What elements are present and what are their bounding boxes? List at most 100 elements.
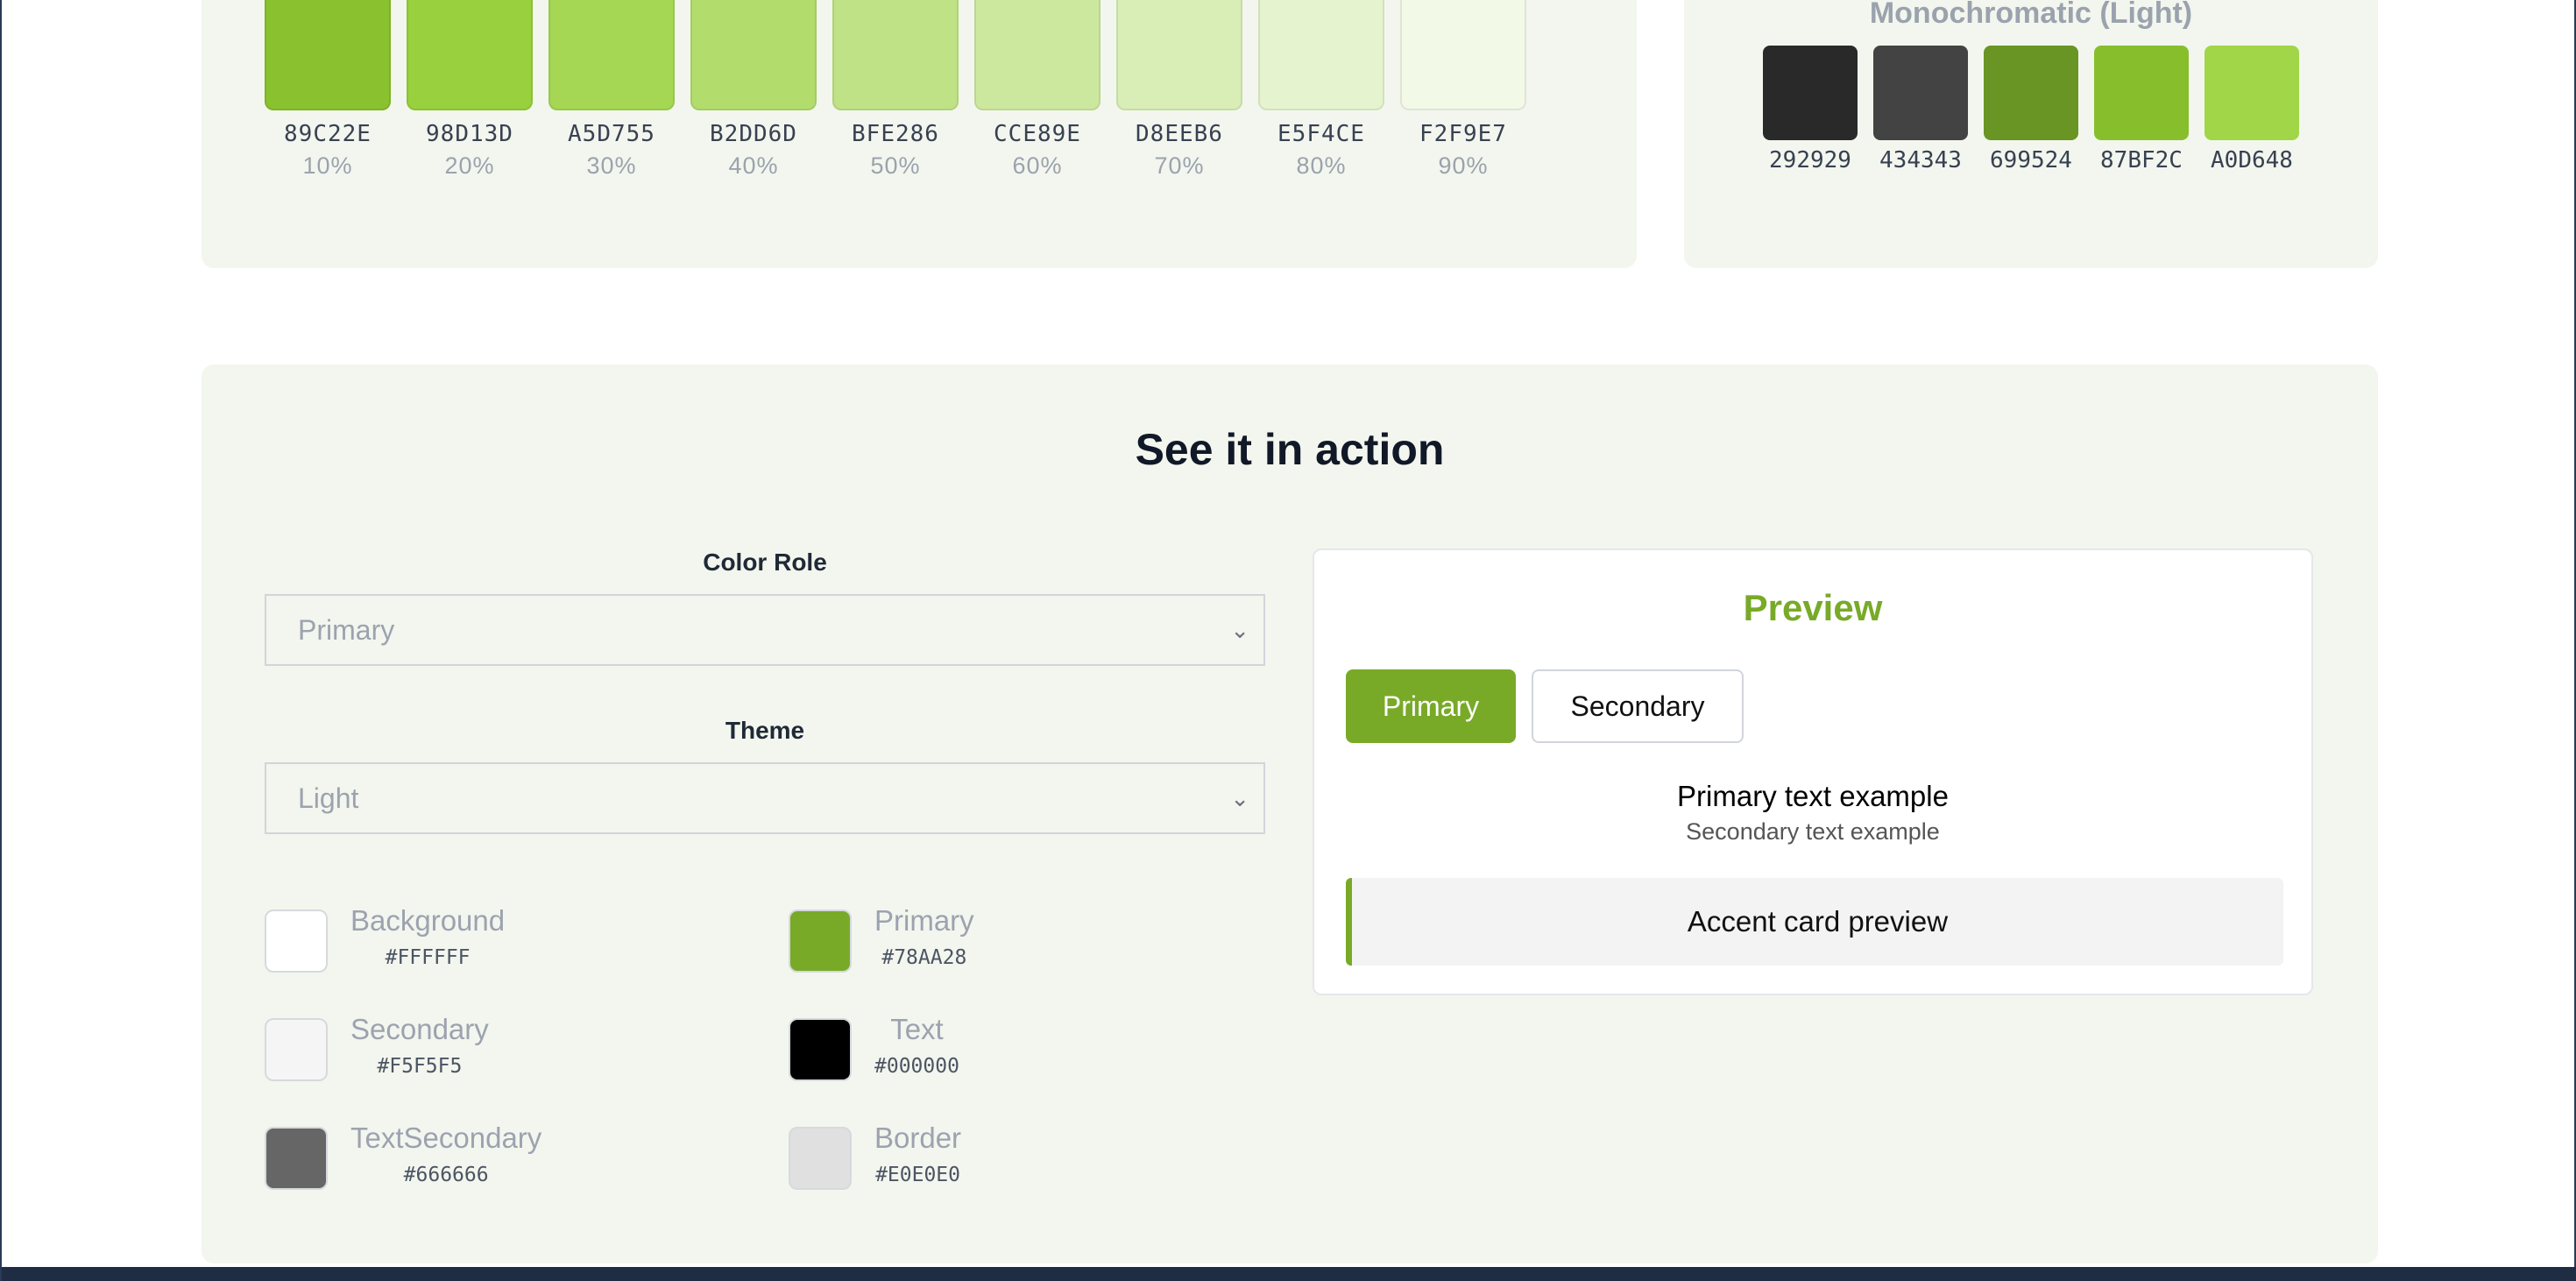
chevron-down-icon: ⌄ bbox=[1230, 785, 1249, 811]
color-chip[interactable] bbox=[265, 909, 328, 973]
secondary-text-example: Secondary text example bbox=[1686, 818, 1940, 845]
role-name: TextSecondary bbox=[350, 1122, 542, 1154]
tint-swatch-item[interactable]: CCE89E 60% bbox=[974, 0, 1100, 180]
role-code: #F5F5F5 bbox=[377, 1055, 463, 1078]
mono-swatch[interactable] bbox=[2094, 46, 2189, 140]
tint-hex: B2DD6D bbox=[710, 121, 797, 147]
role-border[interactable]: Border #E0E0E0 bbox=[789, 1122, 961, 1190]
tint-hex: BFE286 bbox=[852, 121, 939, 147]
see-it-in-action-section: See it in action Color Role Primary ⌄ Th… bbox=[202, 364, 2378, 1263]
mono-swatch[interactable] bbox=[2204, 46, 2299, 140]
role-code: #FFFFFF bbox=[385, 946, 471, 969]
tint-swatch[interactable] bbox=[690, 0, 817, 110]
mono-hex: 292929 bbox=[1769, 147, 1851, 173]
mono-hex: A0D648 bbox=[2211, 147, 2293, 173]
tint-percent: 20% bbox=[444, 152, 495, 179]
role-primary[interactable]: Primary #78AA28 bbox=[789, 904, 974, 973]
tint-swatch[interactable] bbox=[1258, 0, 1384, 110]
role-meta: TextSecondary #666666 bbox=[350, 1122, 541, 1186]
tint-hex: 89C22E bbox=[284, 121, 372, 147]
role-secondary[interactable]: Secondary #F5F5F5 bbox=[265, 1013, 489, 1081]
mono-swatch-item[interactable]: 87BF2C bbox=[2094, 46, 2189, 173]
role-name: Border bbox=[874, 1122, 962, 1154]
role-background[interactable]: Background #FFFFFF bbox=[265, 904, 505, 973]
monochromatic-row: 292929 434343 699524 87BF2C A0D648 bbox=[1763, 46, 2299, 173]
role-code: #78AA28 bbox=[881, 946, 967, 969]
tint-swatch[interactable] bbox=[407, 0, 533, 110]
color-role-value: Primary bbox=[298, 613, 395, 646]
accent-card-preview: Accent card preview bbox=[1346, 878, 2283, 966]
tint-swatch-item[interactable]: 89C22E 10% bbox=[265, 0, 391, 180]
tint-percent: 60% bbox=[1012, 152, 1063, 179]
monochromatic-title: Monochromatic (Light) bbox=[1869, 0, 2193, 30]
tint-percent: 30% bbox=[586, 152, 637, 179]
preview-card: Preview Primary Secondary Primary text e… bbox=[1313, 548, 2313, 995]
tint-swatch-item[interactable]: BFE286 50% bbox=[832, 0, 959, 180]
tint-swatch[interactable] bbox=[548, 0, 675, 110]
role-meta: Primary #78AA28 bbox=[874, 904, 974, 969]
role-code: #666666 bbox=[403, 1164, 489, 1186]
mono-swatch[interactable] bbox=[1763, 46, 1858, 140]
mono-swatch[interactable] bbox=[1873, 46, 1968, 140]
primary-button[interactable]: Primary bbox=[1346, 669, 1516, 743]
color-chip[interactable] bbox=[265, 1127, 328, 1190]
section-title: See it in action bbox=[1135, 425, 1445, 474]
tint-percent: 50% bbox=[870, 152, 921, 179]
role-name: Secondary bbox=[350, 1013, 489, 1045]
tints-row: 89C22E 10% 98D13D 20% A5D755 30% B2DD6D … bbox=[265, 0, 1526, 180]
tint-hex: F2F9E7 bbox=[1419, 121, 1507, 147]
preview-title: Preview bbox=[1743, 587, 1883, 628]
color-chip[interactable] bbox=[789, 909, 852, 973]
tint-percent: 70% bbox=[1154, 152, 1205, 179]
tint-hex: 98D13D bbox=[426, 121, 513, 147]
color-chip[interactable] bbox=[789, 1018, 852, 1081]
primary-text-example: Primary text example bbox=[1677, 780, 1949, 812]
tint-swatch[interactable] bbox=[832, 0, 959, 110]
mono-swatch-item[interactable]: 699524 bbox=[1984, 46, 2078, 173]
tint-swatch[interactable] bbox=[265, 0, 391, 110]
mono-hex: 434343 bbox=[1879, 147, 1962, 173]
page-frame: 89C22E 10% 98D13D 20% A5D755 30% B2DD6D … bbox=[0, 0, 2576, 1281]
color-chip[interactable] bbox=[789, 1127, 852, 1190]
role-text-secondary[interactable]: TextSecondary #666666 bbox=[265, 1122, 541, 1190]
role-name: Background bbox=[350, 904, 506, 937]
color-chip[interactable] bbox=[265, 1018, 328, 1081]
window-bottom-edge bbox=[2, 1267, 2576, 1281]
role-meta: Border #E0E0E0 bbox=[874, 1122, 961, 1186]
tint-swatch-item[interactable]: D8EEB6 70% bbox=[1116, 0, 1242, 180]
tint-hex: CCE89E bbox=[994, 121, 1081, 147]
tint-swatch-item[interactable]: E5F4CE 80% bbox=[1258, 0, 1384, 180]
theme-select[interactable]: Light ⌄ bbox=[265, 762, 1265, 834]
tint-swatch[interactable] bbox=[974, 0, 1100, 110]
tint-hex: A5D755 bbox=[568, 121, 655, 147]
tint-percent: 40% bbox=[728, 152, 779, 179]
theme-value: Light bbox=[298, 782, 359, 814]
mono-swatch-item[interactable]: 292929 bbox=[1763, 46, 1858, 173]
tint-hex: D8EEB6 bbox=[1136, 121, 1223, 147]
role-meta: Text #000000 bbox=[874, 1013, 959, 1078]
tint-swatch-item[interactable]: B2DD6D 40% bbox=[690, 0, 817, 180]
mono-swatch-item[interactable]: A0D648 bbox=[2204, 46, 2299, 173]
secondary-button[interactable]: Secondary bbox=[1532, 669, 1744, 743]
mono-swatch-item[interactable]: 434343 bbox=[1873, 46, 1968, 173]
chevron-down-icon: ⌄ bbox=[1230, 617, 1249, 643]
theme-label: Theme bbox=[725, 717, 805, 744]
tint-percent: 10% bbox=[302, 152, 353, 179]
color-role-select[interactable]: Primary ⌄ bbox=[265, 594, 1265, 666]
tint-hex: E5F4CE bbox=[1277, 121, 1365, 147]
role-text[interactable]: Text #000000 bbox=[789, 1013, 959, 1081]
role-name: Text bbox=[890, 1013, 944, 1045]
mono-swatch[interactable] bbox=[1984, 46, 2078, 140]
mono-hex: 87BF2C bbox=[2100, 147, 2183, 173]
tint-swatch-item[interactable]: F2F9E7 90% bbox=[1400, 0, 1526, 180]
tint-swatch-item[interactable]: 98D13D 20% bbox=[407, 0, 533, 180]
tint-swatch[interactable] bbox=[1400, 0, 1526, 110]
tint-swatch-item[interactable]: A5D755 30% bbox=[548, 0, 675, 180]
color-role-label: Color Role bbox=[703, 548, 827, 576]
role-meta: Background #FFFFFF bbox=[350, 904, 505, 969]
tint-percent: 90% bbox=[1438, 152, 1489, 179]
role-code: #E0E0E0 bbox=[875, 1164, 960, 1186]
tint-percent: 80% bbox=[1296, 152, 1347, 179]
role-code: #000000 bbox=[874, 1055, 959, 1078]
tint-swatch[interactable] bbox=[1116, 0, 1242, 110]
